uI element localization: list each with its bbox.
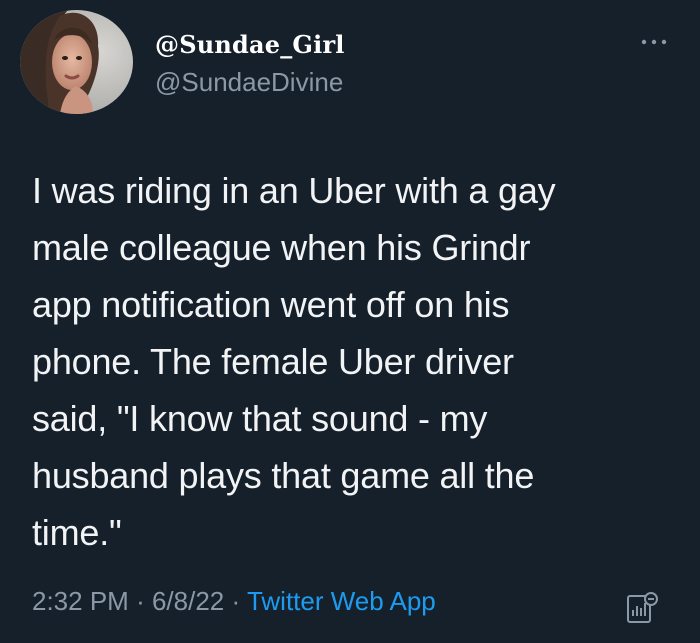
tweet-time[interactable]: 2:32 PM	[32, 586, 129, 616]
tweet-date[interactable]: 6/8/22	[152, 586, 224, 616]
meta-separator: ·	[136, 586, 145, 616]
tweet-text: I was riding in an Uber with a gay male …	[32, 162, 672, 561]
more-horizontal-icon[interactable]	[640, 36, 668, 48]
tweet-text-line: phone. The female Uber driver	[32, 341, 514, 382]
avatar[interactable]	[20, 10, 133, 114]
avatar-photo-icon	[20, 10, 133, 114]
tweet-card: @Sundae_Girl @SundaeDivine I was riding …	[0, 0, 700, 643]
tweet-metadata: 2:32 PM · 6/8/22 · Twitter Web App	[32, 586, 436, 617]
tweet-text-line: male colleague when his Grindr	[32, 227, 531, 268]
tweet-text-line: said, "I know that sound - my	[32, 398, 488, 439]
analytics-icon[interactable]	[624, 590, 660, 626]
tweet-text-line: app notification went off on his	[32, 284, 510, 325]
tweet-text-line: time."	[32, 512, 122, 553]
tweet-source-link[interactable]: Twitter Web App	[247, 586, 436, 616]
author-handle[interactable]: @SundaeDivine	[155, 67, 343, 98]
tweet-text-line: husband plays that game all the	[32, 455, 535, 496]
tweet-text-line: I was riding in an Uber with a gay	[32, 170, 556, 211]
author-display-name[interactable]: @Sundae_Girl	[155, 30, 345, 59]
meta-separator: ·	[231, 586, 241, 616]
